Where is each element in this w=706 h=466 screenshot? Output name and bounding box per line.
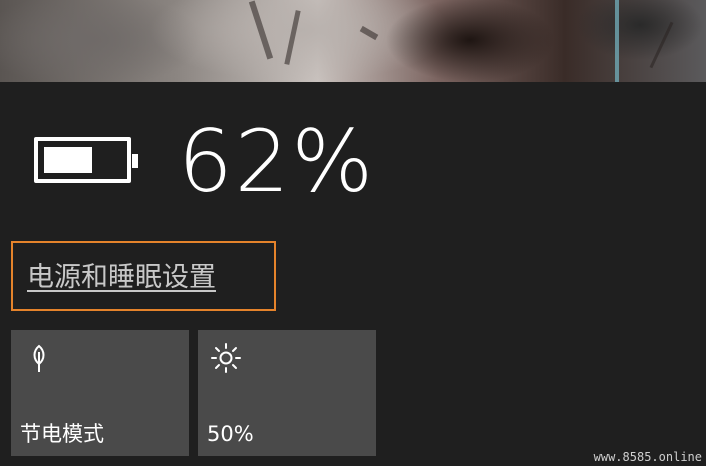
- wallpaper-stroke: [359, 25, 379, 41]
- battery-icon: [34, 137, 138, 183]
- wallpaper-stroke: [615, 0, 619, 82]
- wallpaper-stroke: [248, 0, 274, 60]
- leaf-icon: [33, 344, 45, 372]
- power-sleep-settings-link-focus[interactable]: 电源和睡眠设置: [11, 241, 276, 311]
- battery-percentage: 62%: [178, 112, 376, 212]
- brightness-tile[interactable]: 50%: [198, 330, 376, 456]
- watermark-text: www.8585.online: [593, 450, 702, 464]
- wallpaper-stroke: [284, 10, 301, 65]
- wallpaper-stroke: [649, 21, 674, 69]
- battery-terminal: [132, 154, 138, 168]
- brightness-sun-icon: [211, 343, 241, 373]
- desktop-wallpaper: [0, 0, 706, 82]
- battery-saver-label: 节电模式: [20, 422, 104, 446]
- power-sleep-settings-link[interactable]: 电源和睡眠设置: [27, 262, 216, 294]
- battery-level-fill: [44, 147, 92, 173]
- brightness-label: 50%: [207, 422, 254, 446]
- battery-saver-tile[interactable]: 节电模式: [11, 330, 189, 456]
